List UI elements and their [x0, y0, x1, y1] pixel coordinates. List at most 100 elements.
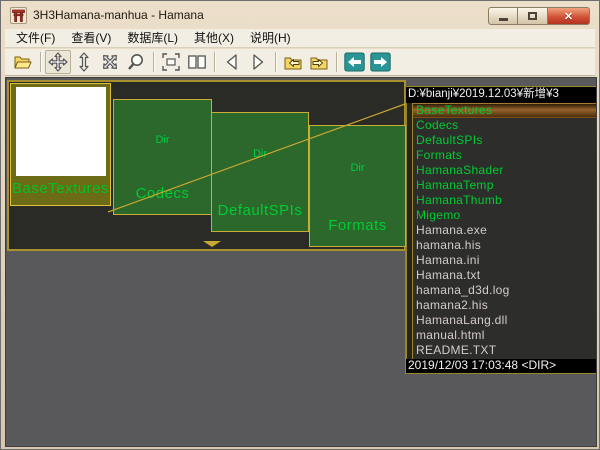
path-bar: D:¥bianji¥2019.12.03¥新增¥3 — [406, 87, 597, 103]
menu-item[interactable]: 其他(X) — [186, 29, 242, 47]
minimize-button[interactable] — [488, 7, 518, 25]
two-page-view-button[interactable] — [184, 50, 210, 74]
fit-vertical-button[interactable] — [71, 50, 97, 74]
diagonal-arrows-icon — [100, 52, 120, 72]
toolbar-separator — [336, 52, 337, 72]
thumbnail-label: BaseTextures — [11, 180, 110, 197]
toolbar-separator — [214, 52, 215, 72]
file-name: Codecs — [416, 118, 459, 132]
file-list-item[interactable]: HamanaShader — [413, 163, 597, 178]
teal-right-arrow-icon — [370, 52, 391, 72]
file-name: Hamana.ini — [416, 253, 480, 267]
file-list-item[interactable]: HamanaThumb — [413, 193, 597, 208]
toolbar-separator — [275, 52, 276, 72]
left-triangle-icon — [223, 52, 241, 72]
file-name: Formats — [416, 148, 462, 162]
file-name: hamana.his — [416, 238, 481, 252]
pan-move-button[interactable] — [45, 50, 71, 74]
file-name: HamanaThumb — [416, 193, 502, 207]
dir-tag: Dir — [310, 162, 405, 174]
folder-forward-icon — [309, 52, 329, 72]
fit-window-button[interactable] — [158, 50, 184, 74]
file-name: Hamana.exe — [416, 223, 487, 237]
folder-open-icon — [13, 52, 33, 72]
file-name: BaseTextures — [416, 103, 492, 117]
file-list-item[interactable]: Migemo — [413, 208, 597, 223]
file-list-item[interactable]: HamanaLang.dll — [413, 313, 597, 328]
thumbnail-formats[interactable]: Dir Formats — [309, 125, 406, 247]
toolbar-separator — [153, 52, 154, 72]
file-list-item[interactable]: hamana2.his — [413, 298, 597, 313]
dir-tag: Dir — [212, 148, 308, 160]
prev-folder-button[interactable] — [280, 50, 306, 74]
file-name: Migemo — [416, 208, 460, 222]
app-window: 3H3Hamana-manhua - Hamana ✕ 文件(F) 查看(V) … — [0, 0, 600, 450]
window-controls: ✕ — [488, 7, 590, 25]
file-list-item[interactable]: HamanaTemp — [413, 178, 597, 193]
image-view-area[interactable]: BaseTextures Dir Codecs Dir DefaultSPIs … — [5, 77, 597, 447]
magnifier-icon — [126, 52, 146, 72]
minimize-icon — [499, 18, 508, 21]
scroll-free-button[interactable] — [97, 50, 123, 74]
file-name: HamanaLang.dll — [416, 313, 508, 327]
file-list-item[interactable]: hamana_d3d.log — [413, 283, 597, 298]
thumbnail-defaultspis[interactable]: Dir DefaultSPIs — [211, 112, 309, 232]
file-list-item[interactable]: README.TXT — [413, 343, 597, 358]
menu-item[interactable]: 文件(F) — [8, 29, 63, 47]
fit-brackets-icon — [161, 52, 181, 72]
dir-tag: Dir — [114, 134, 211, 146]
menu-item[interactable]: 说明(H) — [242, 29, 299, 47]
open-folder-button[interactable] — [10, 50, 36, 74]
zoom-button[interactable] — [123, 50, 149, 74]
title-bar[interactable]: 3H3Hamana-manhua - Hamana ✕ — [2, 2, 598, 29]
thumbnail-codecs[interactable]: Dir Codecs — [113, 99, 212, 215]
file-list-item[interactable]: hamana.his — [413, 238, 597, 253]
two-pages-icon — [187, 52, 207, 72]
file-list: BaseTextures Codecs DefaultSPIs Formats — [413, 103, 597, 359]
move-arrows-icon — [48, 52, 68, 72]
right-triangle-icon — [249, 52, 267, 72]
list-scrollbar-rail[interactable] — [406, 103, 413, 359]
folder-back-icon — [283, 52, 303, 72]
file-name: HamanaTemp — [416, 178, 494, 192]
menu-item[interactable]: 查看(V) — [63, 29, 119, 47]
menu-bar: 文件(F) 查看(V) 数据库(L) 其他(X) 说明(H) — [5, 29, 595, 48]
file-name: DefaultSPIs — [416, 133, 483, 147]
file-panel: D:¥bianji¥2019.12.03¥新增¥3 BaseTextures C… — [405, 86, 597, 374]
thumbnail-label: Codecs — [114, 185, 211, 202]
teal-left-arrow-icon — [344, 52, 365, 72]
thumbnail-image — [16, 87, 106, 176]
menu-item[interactable]: 数据库(L) — [119, 29, 186, 47]
file-name: hamana_d3d.log — [416, 283, 510, 297]
file-list-item[interactable]: Formats — [413, 148, 597, 163]
file-list-item[interactable]: Hamana.txt — [413, 268, 597, 283]
maximize-icon — [528, 12, 537, 20]
file-name: README.TXT — [416, 343, 496, 357]
close-button[interactable]: ✕ — [548, 7, 590, 25]
thumbnail-label: Formats — [310, 217, 405, 234]
maximize-button[interactable] — [518, 7, 548, 25]
forward-button[interactable] — [367, 50, 393, 74]
torii-gate-icon — [10, 7, 27, 24]
status-bar: 2019/12/03 17:03:48 <DIR> — [406, 359, 597, 373]
file-name: Hamana.txt — [416, 268, 480, 282]
file-list-item[interactable]: manual.html — [413, 328, 597, 343]
thumbnail-label: DefaultSPIs — [212, 202, 308, 219]
file-list-item[interactable]: BaseTextures — [413, 103, 597, 118]
next-folder-button[interactable] — [306, 50, 332, 74]
file-list-item[interactable]: Codecs — [413, 118, 597, 133]
toolbar-separator — [40, 52, 41, 72]
next-image-button[interactable] — [245, 50, 271, 74]
file-list-item[interactable]: DefaultSPIs — [413, 133, 597, 148]
file-panel-body: BaseTextures Codecs DefaultSPIs Formats — [406, 103, 597, 359]
window-title: 3H3Hamana-manhua - Hamana — [33, 8, 204, 22]
file-list-item[interactable]: Hamana.exe — [413, 223, 597, 238]
file-list-item[interactable]: Hamana.ini — [413, 253, 597, 268]
file-name: manual.html — [416, 328, 485, 342]
prev-image-button[interactable] — [219, 50, 245, 74]
scroll-down-marker[interactable] — [203, 241, 221, 247]
back-button[interactable] — [341, 50, 367, 74]
up-down-arrows-icon — [75, 52, 93, 72]
thumbnail-basetextures[interactable]: BaseTextures — [10, 83, 111, 206]
toolbar — [5, 49, 595, 76]
